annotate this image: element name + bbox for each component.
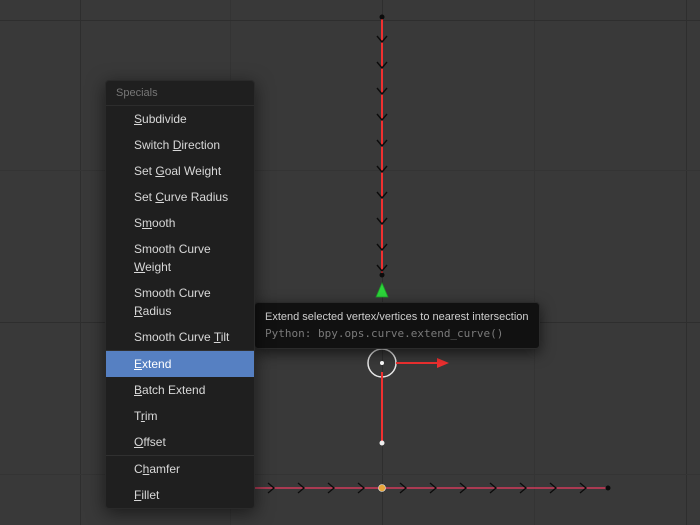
tooltip: Extend selected vertex/vertices to neare… <box>254 302 540 349</box>
menu-item-smooth-curve-tilt[interactable]: Smooth Curve Tilt <box>106 324 254 350</box>
menu-group-3: Chamfer Fillet <box>106 456 254 508</box>
menu-group-2: Extend Batch Extend Trim Offset <box>106 351 254 455</box>
menu-item-subdivide[interactable]: Subdivide <box>106 106 254 132</box>
gizmo-center[interactable] <box>380 361 384 365</box>
menu-item-smooth-curve-radius[interactable]: Smooth Curve Radius <box>106 280 254 324</box>
menu-item-set-curve-radius[interactable]: Set Curve Radius <box>106 184 254 210</box>
menu-item-smooth[interactable]: Smooth <box>106 210 254 236</box>
translate-gizmo[interactable] <box>368 349 449 377</box>
menu-item-trim[interactable]: Trim <box>106 403 254 429</box>
curve-endpoint[interactable] <box>380 15 385 20</box>
menu-item-chamfer[interactable]: Chamfer <box>106 456 254 482</box>
tooltip-text: Extend selected vertex/vertices to neare… <box>265 311 529 323</box>
menu-item-switch-direction[interactable]: Switch Direction <box>106 132 254 158</box>
gizmo-x-arrow-icon[interactable] <box>437 358 449 368</box>
extend-direction-cone <box>376 283 388 297</box>
menu-title: Specials <box>106 81 254 106</box>
cursor-dot-icon[interactable] <box>379 485 386 492</box>
menu-group-1: Subdivide Switch Direction Set Goal Weig… <box>106 106 254 350</box>
curve-endpoint[interactable] <box>380 273 385 278</box>
menu-item-set-goal-weight[interactable]: Set Goal Weight <box>106 158 254 184</box>
menu-item-extend[interactable]: Extend <box>106 351 254 377</box>
specials-context-menu: Specials Subdivide Switch Direction Set … <box>105 80 255 509</box>
curve-endpoint-selected[interactable] <box>380 441 385 446</box>
menu-item-offset[interactable]: Offset <box>106 429 254 455</box>
menu-item-smooth-curve-weight[interactable]: Smooth Curve Weight <box>106 236 254 280</box>
menu-item-fillet[interactable]: Fillet <box>106 482 254 508</box>
curve-endpoint[interactable] <box>606 486 611 491</box>
menu-item-batch-extend[interactable]: Batch Extend <box>106 377 254 403</box>
tooltip-python: Python: bpy.ops.curve.extend_curve() <box>265 327 529 340</box>
